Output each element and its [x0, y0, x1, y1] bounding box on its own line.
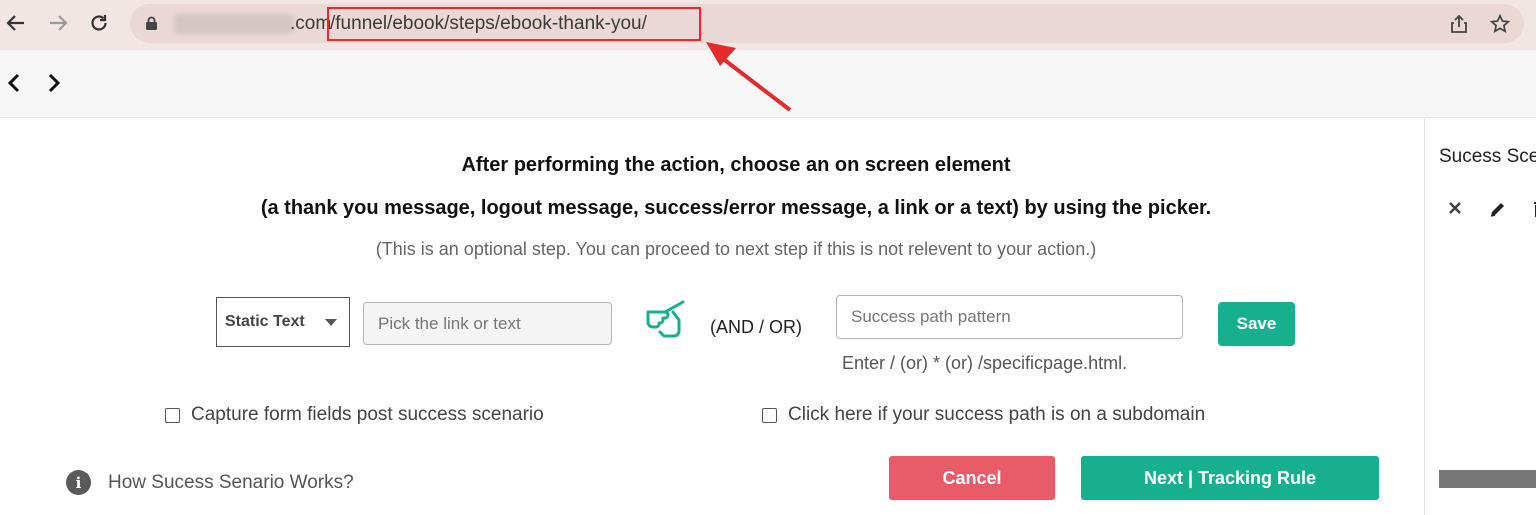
heading-line-1: After performing the action, choose an o… — [461, 154, 1011, 176]
pick-element-input[interactable] — [363, 302, 612, 345]
pencil-icon[interactable] — [1489, 200, 1507, 223]
star-icon[interactable] — [1489, 13, 1511, 39]
help-link[interactable]: How Sucess Senario Works? — [108, 472, 354, 494]
side-panel-title: Sucess Sce — [1439, 146, 1536, 167]
reload-icon[interactable] — [86, 10, 112, 36]
help-link-row[interactable]: i How Sucess Senario Works? — [66, 470, 354, 495]
capture-form-fields-checkbox[interactable] — [165, 407, 180, 423]
annotation-arrow-icon — [706, 42, 792, 112]
forward-arrow-icon[interactable] — [45, 10, 71, 36]
subdomain-label: Click here if your success path is on a … — [788, 404, 1206, 425]
path-pattern-hint: Enter / (or) * (or) /specificpage.html. — [842, 353, 1128, 373]
optional-step-note: (This is an optional step. You can proce… — [375, 239, 1097, 259]
share-icon[interactable] — [1450, 14, 1468, 39]
subdomain-checkbox[interactable] — [762, 407, 777, 423]
trash-icon[interactable] — [1531, 200, 1536, 223]
caret-down-icon — [325, 319, 337, 326]
side-panel-scrollbar[interactable] — [1439, 470, 1536, 488]
success-scenario-side-panel: Sucess Sce — [1424, 118, 1536, 515]
success-scenario-panel: After performing the action, choose an o… — [0, 118, 1424, 515]
next-tracking-rule-button[interactable]: Next | Tracking Rule — [1081, 456, 1379, 500]
close-icon[interactable] — [1447, 200, 1463, 221]
element-type-select[interactable]: Static Text — [216, 297, 350, 347]
success-path-input[interactable] — [836, 295, 1183, 339]
element-type-value: Static Text — [225, 313, 305, 330]
save-button[interactable]: Save — [1218, 302, 1295, 346]
and-or-label: (AND / OR) — [710, 317, 802, 337]
cancel-button[interactable]: Cancel — [889, 456, 1055, 500]
capture-form-fields-row[interactable]: Capture form fields post success scenari… — [165, 404, 544, 426]
chevron-right-icon[interactable] — [46, 72, 62, 99]
url-domain: .com — [290, 13, 332, 34]
pointing-hand-icon[interactable] — [644, 298, 688, 345]
chevron-left-icon[interactable] — [6, 72, 22, 99]
lock-icon — [145, 16, 158, 36]
blurred-domain — [174, 14, 294, 34]
subdomain-row[interactable]: Click here if your success path is on a … — [762, 404, 1205, 426]
info-icon: i — [66, 470, 91, 495]
heading-line-2: (a thank you message, logout message, su… — [260, 197, 1212, 219]
url-highlight-box — [327, 7, 701, 41]
back-arrow-icon[interactable] — [3, 10, 29, 36]
capture-form-fields-label: Capture form fields post success scenari… — [191, 404, 544, 425]
